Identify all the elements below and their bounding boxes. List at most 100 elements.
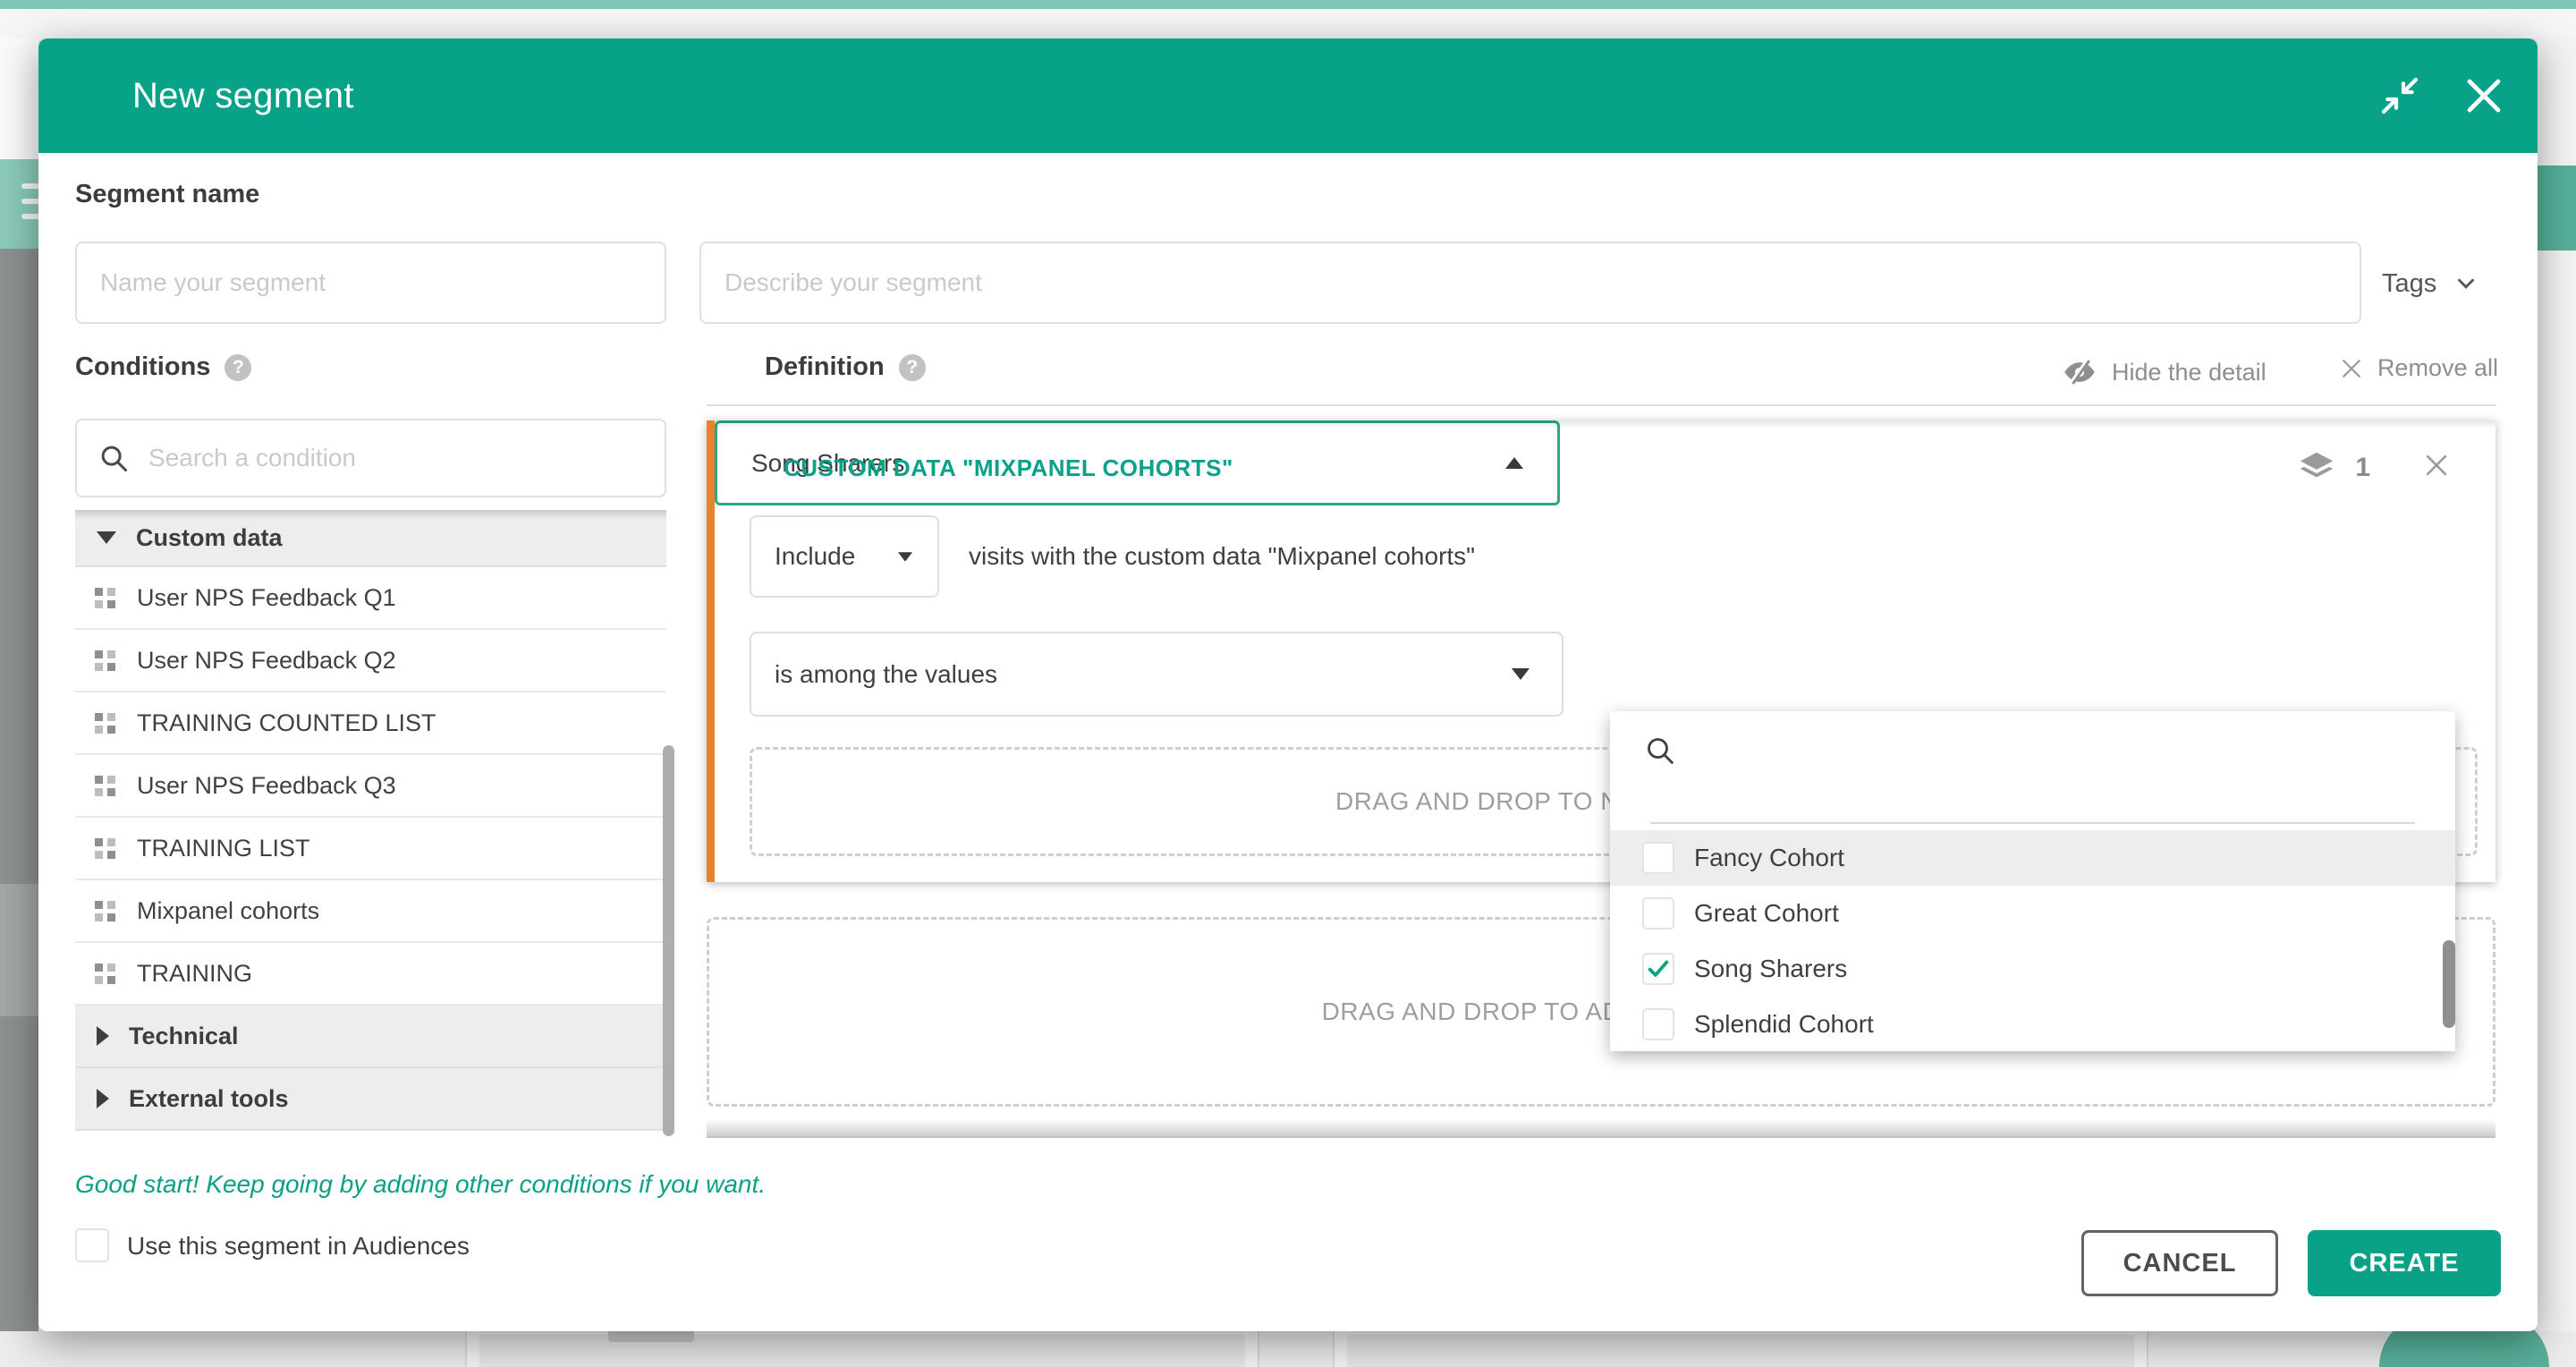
cancel-button[interactable]: CANCEL [2081, 1230, 2278, 1296]
backdrop-panel-inner [1347, 1335, 2134, 1367]
group-label: Technical [129, 1023, 239, 1050]
value-option-splendid-cohort[interactable]: Splendid Cohort [1610, 997, 2455, 1052]
triangle-down-icon [97, 531, 116, 544]
remove-all-button[interactable]: Remove all [2338, 354, 2498, 382]
condition-search-input[interactable] [148, 444, 645, 472]
triangle-right-icon [97, 1026, 109, 1046]
condition-item-user-nps-feedback-q3[interactable]: User NPS Feedback Q3 [75, 755, 666, 818]
condition-item-mixpanel-cohorts[interactable]: Mixpanel cohorts [75, 880, 666, 943]
value-option-label: Splendid Cohort [1694, 1010, 1874, 1039]
drag-handle-icon[interactable] [95, 588, 115, 608]
condition-item-label: TRAINING COUNTED LIST [137, 709, 436, 737]
value-option-great-cohort[interactable]: Great Cohort [1610, 886, 2455, 941]
group-label: External tools [129, 1085, 289, 1113]
value-option-label: Fancy Cohort [1694, 844, 1844, 872]
value-search[interactable] [1610, 711, 2455, 824]
condition-item-training[interactable]: TRAINING [75, 943, 666, 1006]
backdrop-bottom [0, 1331, 2576, 1367]
eye-slash-icon [2062, 354, 2097, 390]
condition-item-label: User NPS Feedback Q3 [137, 772, 396, 800]
close-icon[interactable] [2457, 69, 2511, 123]
segment-description-input[interactable] [699, 242, 2361, 324]
checkbox-unchecked[interactable] [1642, 1008, 1674, 1040]
caret-down-icon [1512, 668, 1530, 680]
operator-select[interactable]: is among the values [750, 632, 1563, 717]
condition-item-label: User NPS Feedback Q1 [137, 584, 396, 612]
caret-up-icon [1505, 457, 1523, 469]
drag-handle-icon[interactable] [95, 650, 115, 671]
checkbox-checked[interactable] [1642, 953, 1674, 985]
conditions-list: Custom data User NPS Feedback Q1 User NPS … [75, 510, 666, 1131]
audiences-checkbox[interactable] [75, 1228, 109, 1262]
hide-detail-button[interactable]: Hide the detail [2062, 354, 2267, 390]
chevron-down-icon [2453, 270, 2479, 297]
backdrop-header-edge [2538, 166, 2576, 250]
value-option-label: Song Sharers [1694, 955, 1847, 983]
condition-item-training-list[interactable]: TRAINING LIST [75, 818, 666, 880]
layers-count: 1 [2355, 453, 2370, 483]
tags-label: Tags [2382, 269, 2436, 299]
segment-name-input[interactable] [75, 242, 666, 324]
app-header-band [0, 9, 2576, 38]
definition-horizontal-scrollbar[interactable] [707, 1120, 2496, 1138]
condition-group-technical[interactable]: Technical [75, 1006, 666, 1068]
value-option-fancy-cohort[interactable]: Fancy Cohort [1610, 830, 2455, 886]
drag-handle-icon[interactable] [95, 713, 115, 734]
value-options-list: Fancy Cohort Great Cohort Song Sharers Sple… [1610, 830, 2455, 1052]
backdrop-sidebar-header [0, 159, 38, 249]
hint-text: Good start! Keep going by adding other c… [75, 1170, 766, 1199]
create-button[interactable]: CREATE [2308, 1230, 2501, 1296]
condition-item-label: Mixpanel cohorts [137, 897, 319, 925]
conditions-section-title: Conditions ? [75, 352, 251, 382]
triangle-right-icon [97, 1089, 109, 1108]
group-label: Custom data [136, 524, 283, 552]
search-icon [1642, 733, 1678, 768]
search-icon [97, 439, 131, 477]
condition-close-icon[interactable] [2417, 446, 2456, 485]
backdrop-left [0, 38, 38, 159]
condition-group-custom-data[interactable]: Custom data [75, 510, 666, 567]
help-icon[interactable]: ? [225, 354, 251, 381]
definition-section-title: Definition ? [765, 352, 926, 382]
backdrop-sidebar [0, 249, 38, 1367]
modal-header: New segment [38, 38, 2538, 153]
backdrop-sidebar-item [0, 884, 38, 1016]
condition-layers: 1 [2296, 447, 2370, 488]
condition-item-label: TRAINING LIST [137, 835, 310, 862]
drag-handle-icon[interactable] [95, 964, 115, 984]
new-segment-modal: New segment Segment name Tags Co [38, 38, 2538, 1331]
checkbox-unchecked[interactable] [1642, 842, 1674, 874]
tags-dropdown[interactable]: Tags [2382, 264, 2479, 303]
caret-down-icon [898, 552, 912, 561]
dropdown-scrollbar[interactable] [2443, 940, 2455, 1028]
backdrop-panel-tab [608, 1331, 694, 1342]
include-select[interactable]: Include [750, 515, 939, 598]
drag-handle-icon[interactable] [95, 776, 115, 796]
backdrop-panel-inner [479, 1335, 1245, 1367]
condition-item-user-nps-feedback-q1[interactable]: User NPS Feedback Q1 [75, 567, 666, 630]
condition-item-label: TRAINING [137, 960, 252, 988]
help-icon[interactable]: ? [899, 354, 926, 381]
value-dropdown-panel: Fancy Cohort Great Cohort Song Sharers Sple… [1610, 711, 2455, 1051]
definition-divider [707, 404, 2496, 406]
app-top-strip [0, 0, 2576, 9]
condition-card-title: CUSTOM DATA "MIXPANEL COHORTS" [784, 454, 1233, 482]
value-option-song-sharers[interactable]: Song Sharers [1610, 941, 2455, 997]
collapse-icon[interactable] [2373, 69, 2427, 123]
conditions-scrollbar[interactable] [663, 745, 674, 1136]
condition-group-external-tools[interactable]: External tools [75, 1068, 666, 1131]
drag-handle-icon[interactable] [95, 838, 115, 859]
condition-item-training-counted-list[interactable]: TRAINING COUNTED LIST [75, 692, 666, 755]
drag-handle-icon[interactable] [95, 901, 115, 921]
layers-icon [2296, 447, 2337, 488]
dropdown-divider [1650, 822, 2415, 824]
x-icon [2338, 355, 2365, 382]
value-option-label: Great Cohort [1694, 899, 1839, 928]
segment-name-label: Segment name [75, 180, 259, 209]
checkbox-unchecked[interactable] [1642, 897, 1674, 930]
modal-title: New segment [132, 38, 354, 153]
condition-item-user-nps-feedback-q2[interactable]: User NPS Feedback Q2 [75, 630, 666, 692]
condition-search [75, 419, 666, 497]
condition-item-label: User NPS Feedback Q2 [137, 647, 396, 675]
audiences-checkbox-label: Use this segment in Audiences [127, 1232, 470, 1261]
